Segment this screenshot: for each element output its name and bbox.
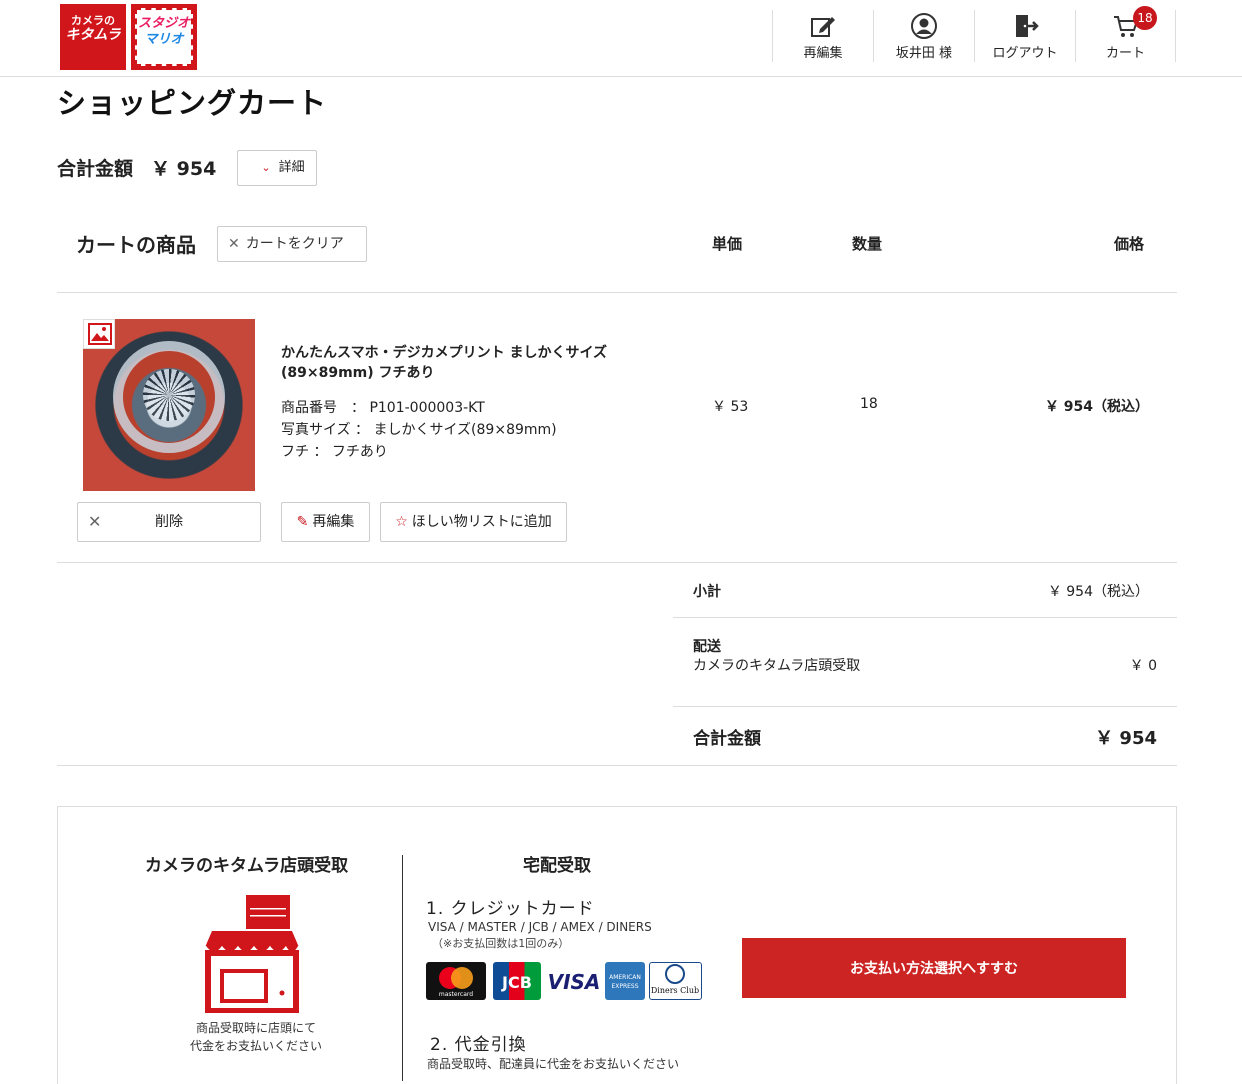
kitamura-logo[interactable]: カメラの キタムラ xyxy=(60,4,126,70)
detail-label: 詳細 xyxy=(278,160,305,175)
nav-reedit[interactable]: 再編集 xyxy=(772,10,873,62)
svg-text:Diners Club: Diners Club xyxy=(651,986,699,995)
image-icon xyxy=(83,319,115,349)
item-price: ￥ 954（税込） xyxy=(1044,399,1149,415)
subtotal-label: 小計 xyxy=(693,584,721,600)
credit-card-heading: 1. クレジットカード xyxy=(426,899,595,919)
grand-total-value: ￥ 954 xyxy=(1095,728,1157,749)
cart-title: カートの商品 xyxy=(76,233,196,257)
add-to-wishlist-button[interactable]: ☆ ほしい物リストに追加 xyxy=(380,502,567,542)
logo-kitamura-line1: カメラの xyxy=(71,14,115,27)
clear-cart-button[interactable]: ✕ カートをクリア xyxy=(217,226,367,262)
shipping-value: ￥ 0 xyxy=(1129,658,1157,674)
star-icon: ☆ xyxy=(395,514,408,530)
nav-logout[interactable]: ログアウト xyxy=(974,10,1075,62)
logo-kitamura-line2: キタムラ xyxy=(65,27,121,44)
svg-text:JCB: JCB xyxy=(501,973,532,992)
chevron-down-icon: ⌄ xyxy=(261,161,271,174)
product-name[interactable]: かんたんスマホ・デジカメプリント ましかくサイズ (89×89mm) フチあり xyxy=(281,343,621,383)
logo-studio-line1: スタジオ xyxy=(137,16,190,31)
credit-card-brands: VISA / MASTER / JCB / AMEX / DINERS xyxy=(428,920,652,934)
cart-icon xyxy=(1076,12,1175,42)
delete-label: 削除 xyxy=(155,514,183,530)
reedit-item-button[interactable]: ✎ 再編集 xyxy=(281,502,370,542)
nav-reedit-label: 再編集 xyxy=(803,46,843,61)
svg-text:EXPRESS: EXPRESS xyxy=(611,983,638,990)
detail-toggle-button[interactable]: ⌄ 詳細 xyxy=(237,150,317,186)
divider xyxy=(57,765,1177,766)
product-name-line2: (89×89mm) フチあり xyxy=(281,365,435,381)
nav-cart-label: カート xyxy=(1105,46,1145,61)
product-name-line1: かんたんスマホ・デジカメプリント ましかくサイズ xyxy=(281,345,608,361)
nav-account-label: 坂井田 様 xyxy=(895,46,953,61)
reedit-label: 再編集 xyxy=(312,514,355,530)
mastercard-logo: mastercard xyxy=(426,962,486,1000)
store-pickup-heading: カメラのキタムラ店頭受取 xyxy=(145,856,349,876)
delete-item-button[interactable]: ✕ 削除 xyxy=(77,502,261,542)
store-note-line2: 代金をお支払いください xyxy=(189,1039,322,1053)
proceed-to-payment-button[interactable]: お支払い方法選択へすすむ xyxy=(742,938,1126,998)
product-spec-border: フチ ： フチあり xyxy=(281,444,388,460)
logo-studio-line2: マリオ xyxy=(144,32,184,48)
credit-card-note: （※お支払回数は1回のみ） xyxy=(432,937,570,950)
user-icon xyxy=(874,12,974,42)
cod-heading: 2. 代金引換 xyxy=(430,1035,527,1055)
svg-text:mastercard: mastercard xyxy=(439,991,473,998)
nav-account[interactable]: 坂井田 様 xyxy=(873,10,974,62)
divider xyxy=(673,617,1177,618)
shipping-label: 配送 xyxy=(693,639,721,655)
delivery-heading: 宅配受取 xyxy=(523,856,591,876)
nav-cart[interactable]: カート 18 xyxy=(1075,6,1176,62)
amex-logo: AMERICAN EXPRESS xyxy=(605,962,645,1000)
clear-cart-label: カートをクリア xyxy=(245,236,344,252)
item-unit-price: ￥ 53 xyxy=(712,399,749,415)
edit-icon xyxy=(773,12,873,42)
top-total-label: 合計金額 xyxy=(57,158,134,180)
product-spec-size: 写真サイズ ： ましかくサイズ(89×89mm) xyxy=(281,422,557,438)
store-pickup-note: 商品受取時に店頭にて 代金をお支払いください xyxy=(176,1019,336,1055)
cod-note: 商品受取時、配達員に代金をお支払いください xyxy=(427,1057,680,1071)
subtotal-value: ￥ 954（税込） xyxy=(1047,584,1149,600)
studio-mario-logo[interactable]: スタジオ マリオ xyxy=(131,4,197,70)
svg-text:VISA: VISA xyxy=(548,970,601,994)
column-price: 価格 xyxy=(1114,235,1145,253)
jcb-logo: JCB xyxy=(493,962,541,1000)
store-note-line1: 商品受取時に店頭にて xyxy=(195,1021,316,1035)
shipping-method: カメラのキタムラ店頭受取 xyxy=(693,658,861,674)
page-title: ショッピングカート xyxy=(57,86,328,120)
top-total: 合計金額 ￥ 954 xyxy=(57,154,216,181)
divider xyxy=(402,855,403,1081)
column-qty: 数量 xyxy=(852,235,883,253)
edit-icon: ✎ xyxy=(296,514,309,530)
diners-logo: Diners Club xyxy=(649,962,702,1000)
store-icon xyxy=(204,895,300,1017)
close-icon: ✕ xyxy=(88,512,102,531)
close-icon: ✕ xyxy=(228,236,240,252)
column-unit-price: 単価 xyxy=(712,235,743,253)
grand-total-label: 合計金額 xyxy=(693,729,761,749)
site-header: カメラの キタムラ スタジオ マリオ 再編集 坂井田 様 ログアウト カート 1… xyxy=(0,0,1242,77)
divider xyxy=(57,562,1177,563)
nav-logout-label: ログアウト xyxy=(992,46,1058,61)
wishlist-label: ほしい物リストに追加 xyxy=(411,514,552,530)
divider xyxy=(673,706,1177,707)
logout-icon xyxy=(975,12,1075,42)
visa-logo: VISA xyxy=(545,962,603,1000)
cart-count-badge: 18 xyxy=(1133,6,1157,30)
top-total-amount: ￥ 954 xyxy=(151,158,217,180)
divider xyxy=(57,292,1177,293)
item-qty: 18 xyxy=(860,396,878,412)
svg-text:AMERICAN: AMERICAN xyxy=(609,974,641,981)
product-spec-code: 商品番号 ： P101-000003-KT xyxy=(281,400,485,416)
